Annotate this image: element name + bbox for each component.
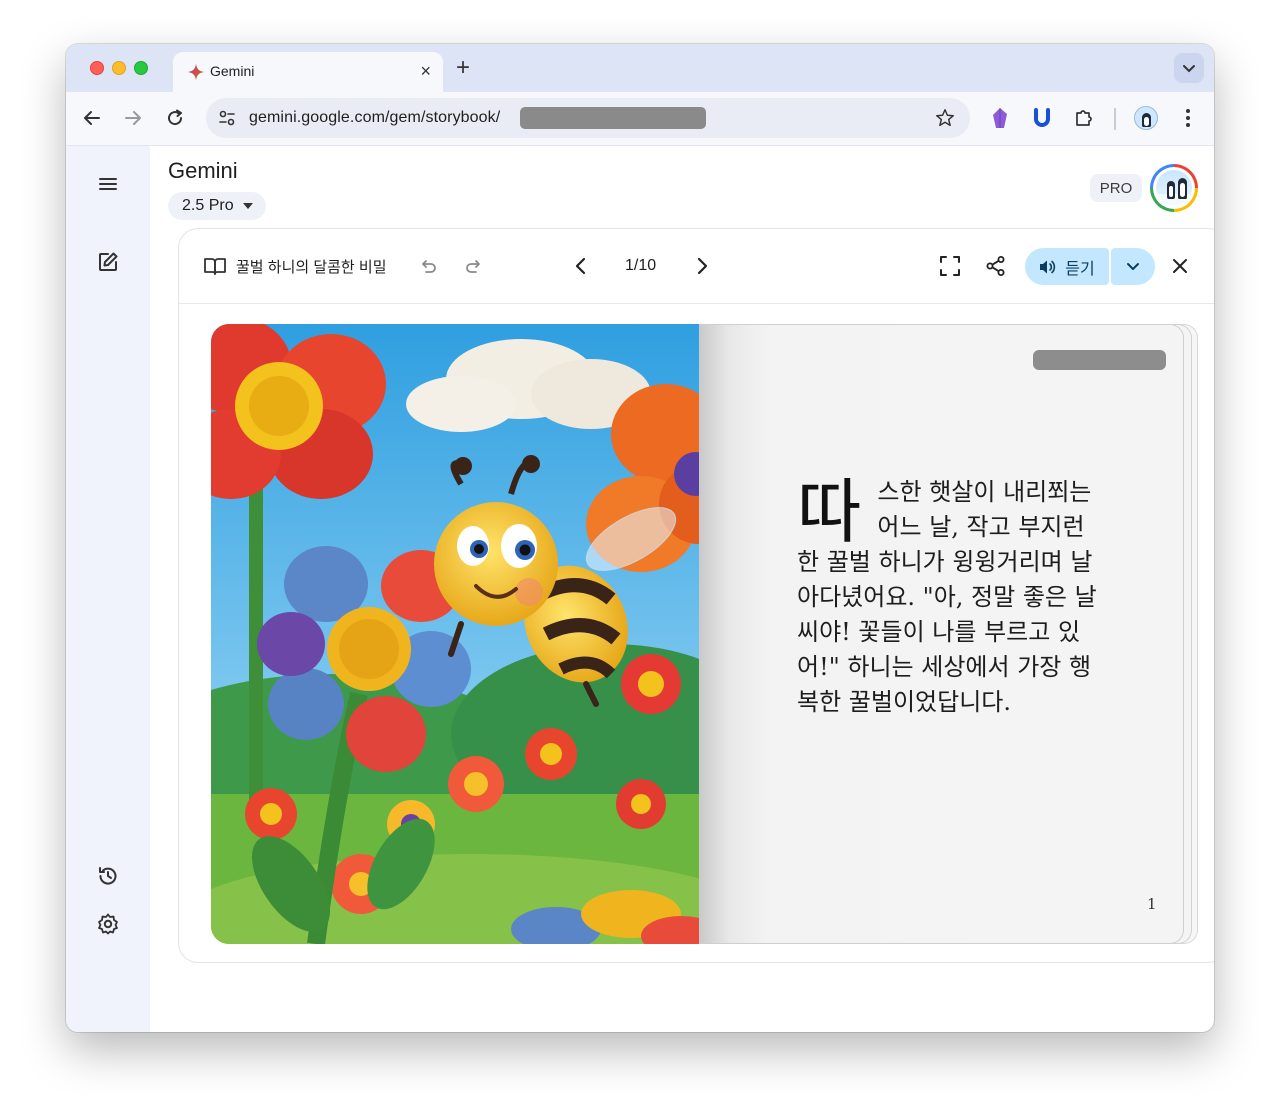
bee-illustration-image: [211, 324, 699, 944]
redo-icon: [466, 260, 480, 273]
book-icon: [204, 258, 226, 275]
account-avatar[interactable]: [1150, 164, 1198, 212]
chevron-right-icon: [697, 257, 708, 275]
fullscreen-button[interactable]: [937, 253, 963, 279]
fullscreen-icon: [940, 256, 960, 276]
reload-icon: [168, 109, 183, 126]
settings-icon[interactable]: [96, 912, 120, 936]
extension-obsidian[interactable]: [986, 104, 1014, 132]
volume-icon: [1040, 260, 1056, 273]
profile-avatar-icon: [1134, 106, 1158, 130]
page-sheet: 따 스한 햇살이 내리쬐는 어느 날, 작고 부지런한 꿀벌 하니가 윙윙거리며 …: [699, 324, 1184, 944]
redacted-page-label: [1033, 350, 1166, 370]
side-rail: [66, 146, 150, 1032]
bookmark-star-icon[interactable]: [934, 107, 956, 129]
tab-search-button[interactable]: [1174, 53, 1204, 83]
chevron-down-icon: [1183, 65, 1195, 73]
close-storybook-button[interactable]: [1167, 253, 1193, 279]
browser-window: Gemini × + gemini.google.com/gem/storybo…: [66, 44, 1214, 1032]
listen-button[interactable]: 듣기: [1025, 248, 1109, 285]
reload-button[interactable]: [161, 104, 189, 132]
listen-options-button[interactable]: [1111, 248, 1155, 285]
next-page-button[interactable]: [689, 253, 715, 279]
storybook-panel: 꿀벌 하니의 달콤한 비밀 1/10 듣기 따 스한 햇살이 내리쬐는 어느 날…: [178, 228, 1214, 963]
extensions-button[interactable]: [1070, 104, 1098, 132]
redacted-url-segment: [520, 107, 706, 129]
menu-icon[interactable]: [96, 172, 120, 196]
window-minimize-button[interactable]: [112, 61, 126, 75]
window-zoom-button[interactable]: [134, 61, 148, 75]
forward-button[interactable]: [119, 104, 147, 132]
gemini-sparkle-icon: [187, 63, 205, 81]
new-chat-icon[interactable]: [96, 250, 120, 274]
caret-down-icon: [242, 203, 253, 209]
extension-u[interactable]: [1028, 104, 1056, 132]
listen-label: 듣기: [1065, 260, 1095, 278]
u-logo-icon: [1034, 108, 1050, 127]
avatar-image: [1156, 170, 1192, 206]
model-selector[interactable]: 2.5 Pro: [168, 192, 266, 220]
close-icon: [1173, 259, 1187, 273]
tab-title: Gemini: [210, 63, 255, 79]
chevron-left-icon: [575, 257, 586, 275]
undo-icon: [422, 260, 436, 273]
puzzle-icon: [1076, 110, 1092, 126]
browser-toolbar: gemini.google.com/gem/storybook/: [66, 92, 1214, 146]
history-icon[interactable]: [96, 864, 120, 888]
share-button[interactable]: [983, 253, 1009, 279]
browser-tab[interactable]: Gemini ×: [173, 52, 443, 92]
previous-page-button[interactable]: [568, 253, 594, 279]
app-title: Gemini: [168, 158, 238, 183]
story-illustration: [211, 324, 699, 944]
address-bar[interactable]: gemini.google.com/gem/storybook/: [206, 98, 970, 138]
url-text[interactable]: gemini.google.com/gem/storybook/: [249, 109, 500, 127]
more-vertical-icon: [1186, 109, 1190, 127]
chevron-down-icon: [1127, 262, 1139, 270]
arrow-left-icon: [84, 111, 100, 125]
pro-badge: PRO: [1090, 174, 1142, 202]
redo-button[interactable]: [461, 253, 487, 279]
tab-strip: Gemini × +: [66, 44, 1214, 92]
undo-button[interactable]: [415, 253, 441, 279]
page-number: 1: [1147, 895, 1157, 913]
page-indicator: 1/10: [625, 257, 657, 274]
site-info-icon[interactable]: [216, 107, 238, 129]
profile-button[interactable]: [1132, 104, 1160, 132]
share-icon: [986, 256, 1005, 276]
back-button[interactable]: [78, 104, 106, 132]
toolbar-divider: [1114, 108, 1116, 130]
browser-menu-button[interactable]: [1174, 104, 1202, 132]
new-tab-button[interactable]: +: [456, 54, 470, 82]
story-dropcap: 따: [797, 471, 862, 553]
storybook-title: 꿀벌 하니의 달콤한 비밀: [236, 259, 387, 276]
model-label: 2.5 Pro: [182, 197, 234, 214]
arrow-right-icon: [125, 111, 141, 125]
window-close-button[interactable]: [90, 61, 104, 75]
story-text-block: 따 스한 햇살이 내리쬐는 어느 날, 작고 부지런한 꿀벌 하니가 윙윙거리며 …: [797, 475, 1097, 720]
crystal-icon: [993, 108, 1007, 128]
story-page: 따 스한 햇살이 내리쬐는 어느 날, 작고 부지런한 꿀벌 하니가 윙윙거리며 …: [699, 324, 1199, 944]
storybook-toolbar: 꿀벌 하니의 달콤한 비밀 1/10 듣기: [179, 229, 1214, 304]
close-tab-icon[interactable]: ×: [420, 61, 431, 82]
